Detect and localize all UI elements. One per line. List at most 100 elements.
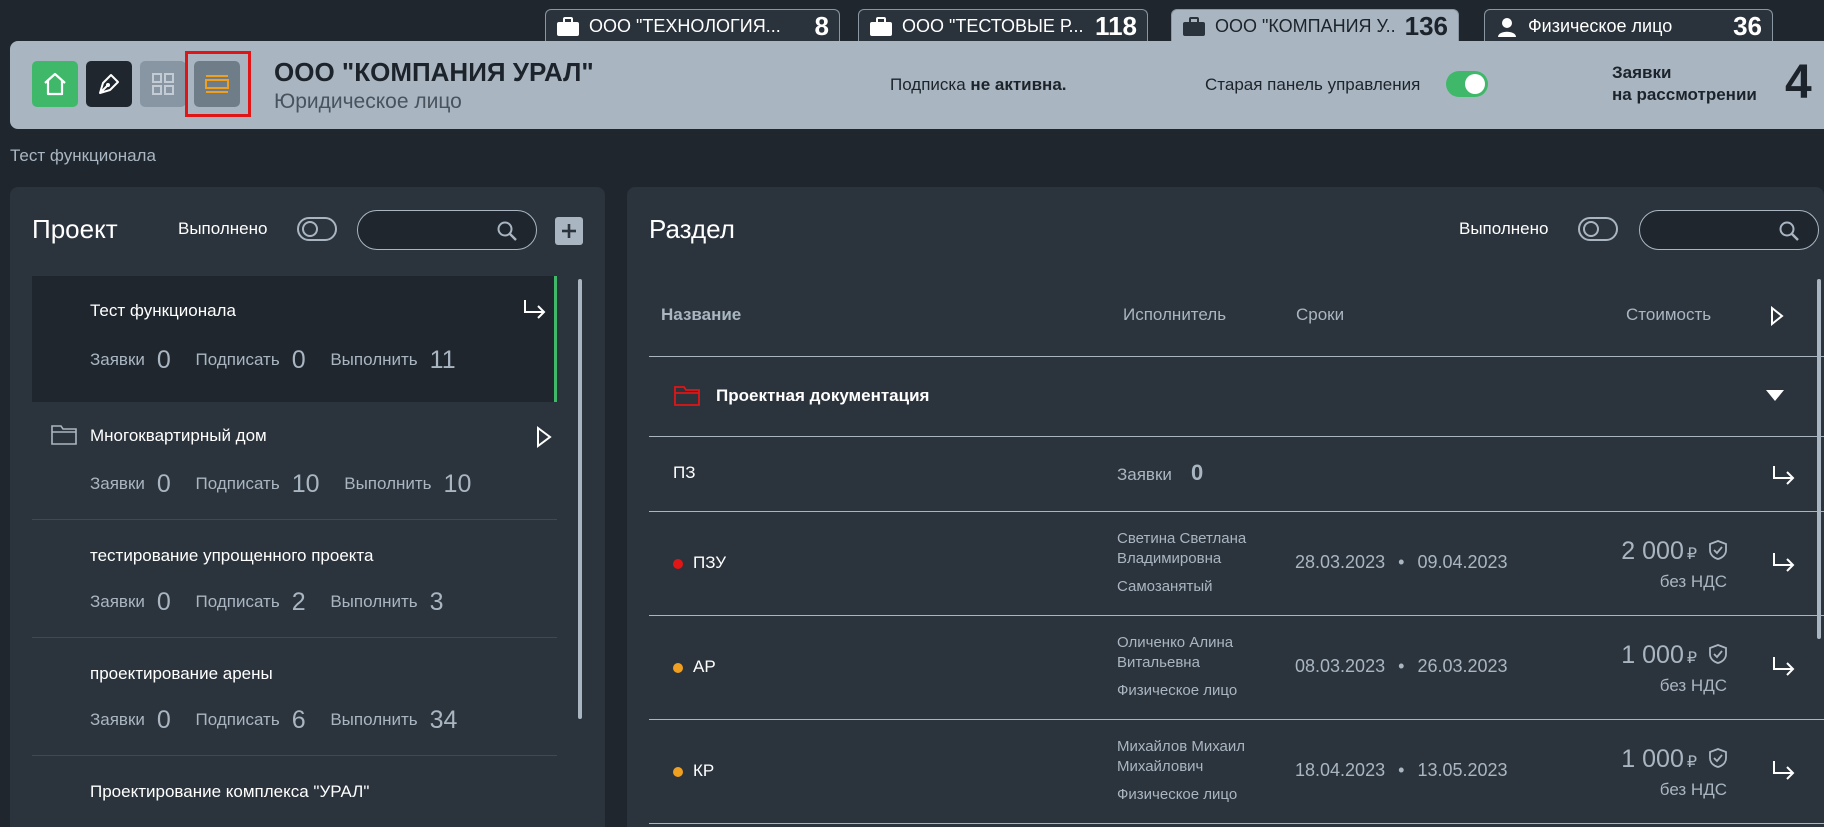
stat-sign: 2 xyxy=(291,588,306,616)
column-terms[interactable]: Сроки xyxy=(1296,305,1344,325)
share-arrow-icon[interactable] xyxy=(1771,655,1797,677)
share-arrow-icon[interactable] xyxy=(1771,759,1797,781)
column-executor[interactable]: Исполнитель xyxy=(1123,305,1226,325)
company-header: ООО "КОМПАНИЯ УРАЛ" Юридическое лицо Под… xyxy=(10,41,1824,129)
date-separator: • xyxy=(1398,656,1405,676)
price-value: 1 000 xyxy=(1621,745,1684,773)
start-date: 18.04.2023 xyxy=(1295,760,1386,780)
stat-requests: 0 xyxy=(156,346,171,374)
collapse-triangle-icon[interactable] xyxy=(1765,389,1785,403)
project-name: проектирование арены xyxy=(90,664,273,683)
folder-icon xyxy=(674,386,700,406)
grid-view-button[interactable] xyxy=(140,61,186,107)
section-row-name[interactable]: ПЗУ xyxy=(693,553,726,573)
breadcrumb[interactable]: Тест функционала xyxy=(10,146,156,166)
account-tab-count: 36 xyxy=(1733,11,1762,41)
date-separator: • xyxy=(1398,760,1405,780)
home-button[interactable] xyxy=(32,61,78,107)
section-row-name[interactable]: КР xyxy=(693,761,714,781)
company-type: Юридическое лицо xyxy=(274,90,462,113)
requests-count: 0 xyxy=(1191,460,1204,485)
stat-label-requests: Заявки xyxy=(90,474,145,493)
briefcase-icon xyxy=(1182,16,1206,37)
project-name: тестирование упрощенного проекта xyxy=(90,546,374,565)
old-panel-toggle[interactable] xyxy=(1446,71,1488,97)
account-tab-2[interactable]: ООО "ТЕСТОВЫЕ Р... 118 xyxy=(858,9,1148,43)
section-panel-title: Раздел xyxy=(649,214,735,244)
stat-label-requests: Заявки xyxy=(90,592,145,611)
stat-execute: 11 xyxy=(429,346,456,374)
section-row-name[interactable]: АР xyxy=(693,657,716,677)
shield-check-icon xyxy=(1709,540,1727,560)
account-tab-3-active[interactable]: ООО "КОМПАНИЯ У... 136 xyxy=(1171,9,1459,43)
briefcase-icon xyxy=(556,16,580,37)
requests-label: Заявки xyxy=(1117,465,1172,484)
project-item[interactable]: проектирование арены Заявки 0 Подписать 6 … xyxy=(32,638,557,756)
executor-type: Физическое лицо xyxy=(1117,682,1238,699)
price: 1 000 ₽ xyxy=(1621,641,1728,670)
price-value: 1 000 xyxy=(1621,641,1684,669)
stat-sign: 10 xyxy=(291,470,320,498)
share-arrow-icon[interactable] xyxy=(1771,464,1797,486)
done-filter-toggle[interactable] xyxy=(297,217,337,241)
home-icon xyxy=(44,72,66,96)
column-cost[interactable]: Стоимость xyxy=(1626,305,1711,325)
start-date: 28.03.2023 xyxy=(1295,552,1386,572)
done-filter-label: Выполнено xyxy=(178,219,268,238)
account-tab-count: 136 xyxy=(1404,11,1448,41)
executor-name: Оличенко Алина Витальевна xyxy=(1117,633,1233,673)
stat-label-execute: Выполнить xyxy=(344,474,432,493)
divider xyxy=(649,356,1824,357)
account-tab-name: ООО "ТЕСТОВЫЕ Р... xyxy=(902,16,1084,36)
price-value: 2 000 xyxy=(1621,537,1684,565)
executor-type: Физическое лицо xyxy=(1117,786,1238,803)
plus-icon xyxy=(562,224,576,238)
search-icon xyxy=(1779,221,1799,241)
account-tab-name: ООО "КОМПАНИЯ У... xyxy=(1215,16,1395,36)
expand-triangle-icon[interactable] xyxy=(536,426,552,448)
account-tab-4[interactable]: Физическое лицо 36 xyxy=(1484,9,1773,43)
project-item[interactable]: Тест функционала Заявки 0 Подписать 0 Выпо… xyxy=(32,276,557,402)
account-tab-1[interactable]: ООО "ТЕХНОЛОГИЯ... 8 xyxy=(545,9,840,43)
stat-requests: 0 xyxy=(156,470,171,498)
project-list-scrollbar[interactable] xyxy=(578,279,582,719)
pending-label-line1: Заявки xyxy=(1612,63,1672,82)
project-name: Многоквартирный дом xyxy=(90,426,267,445)
project-search-input[interactable] xyxy=(357,210,537,250)
share-arrow-icon[interactable] xyxy=(1771,551,1797,573)
divider xyxy=(649,436,1824,437)
stat-sign: 6 xyxy=(291,706,306,734)
project-stats: Заявки 0 Подписать 2 Выполнить 3 xyxy=(90,588,464,617)
currency: ₽ xyxy=(1686,650,1698,667)
add-project-button[interactable] xyxy=(555,217,583,245)
stat-execute: 3 xyxy=(429,588,444,616)
share-arrow-icon[interactable] xyxy=(522,298,548,320)
done-filter-toggle[interactable] xyxy=(1578,217,1618,241)
group-name[interactable]: Проектная документация xyxy=(716,386,929,406)
briefcase-icon xyxy=(869,16,893,37)
stat-label-execute: Выполнить xyxy=(330,350,418,369)
project-item[interactable]: Многоквартирный дом Заявки 0 Подписать 10 … xyxy=(32,402,557,520)
project-item[interactable]: тестирование упрощенного проекта Заявки 0… xyxy=(32,520,557,638)
section-panel: Раздел Выполнено Название Исполнитель Ср… xyxy=(627,187,1824,827)
done-filter-label: Выполнено xyxy=(1459,219,1549,238)
executor-name-line1: Оличенко Алина xyxy=(1117,634,1234,651)
price: 2 000 ₽ xyxy=(1621,537,1728,566)
project-stats: Заявки 0 Подписать 6 Выполнить 34 xyxy=(90,706,477,735)
executor-name-line1: Михайлов Михаил xyxy=(1117,738,1246,755)
divider xyxy=(649,719,1824,720)
shield-check-icon xyxy=(1709,644,1727,664)
end-date: 26.03.2023 xyxy=(1417,656,1508,676)
executor-name-line2: Михайлович xyxy=(1117,758,1204,775)
column-name[interactable]: Название xyxy=(661,305,741,325)
next-triangle-icon[interactable] xyxy=(1770,306,1784,326)
section-search-input[interactable] xyxy=(1639,210,1819,250)
section-row-name[interactable]: ПЗ xyxy=(673,463,696,483)
price: 1 000 ₽ xyxy=(1621,745,1728,774)
subscription-value: не активна. xyxy=(970,75,1067,94)
stat-requests: 0 xyxy=(156,706,171,734)
pending-requests-count[interactable]: 4 xyxy=(1785,55,1812,110)
sign-button[interactable] xyxy=(86,61,132,107)
section-list-scrollbar[interactable] xyxy=(1817,279,1821,639)
project-item[interactable]: Проектирование комплекса "УРАЛ" xyxy=(32,756,557,827)
